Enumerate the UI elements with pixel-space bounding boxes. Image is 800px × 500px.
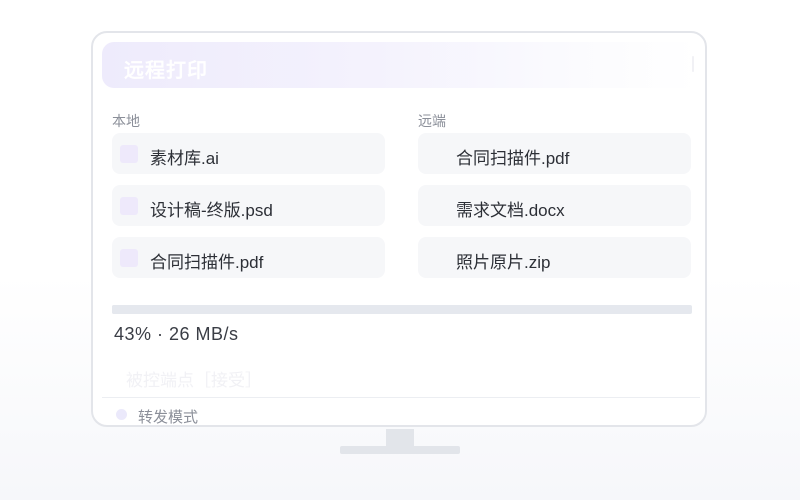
remote-file-row[interactable]: 照片原片.zip [418, 237, 691, 278]
remote-file-row[interactable]: 合同扫描件.pdf [418, 133, 691, 174]
file-name: 合同扫描件.pdf [456, 149, 570, 168]
remote-column-label: 远端 [418, 113, 446, 129]
transfer-progress-bar [112, 305, 692, 314]
local-column-label: 本地 [112, 113, 140, 129]
file-icon [426, 197, 444, 215]
file-name: 需求文档.docx [456, 201, 565, 220]
forward-mode-label[interactable]: 转发模式 [138, 406, 198, 425]
file-icon [120, 197, 138, 215]
file-icon [120, 249, 138, 267]
local-file-row[interactable]: 设计稿-终版.psd [112, 185, 385, 226]
monitor-frame: 远程打印 本地 远端 素材库.ai 设计稿-终版.psd 合同扫描件.pdf 合… [91, 31, 707, 427]
title-bar: 远程打印 [102, 42, 698, 88]
file-icon [426, 249, 444, 267]
transfer-progress-fill [112, 305, 362, 314]
file-icon [426, 145, 444, 163]
file-name: 设计稿-终版.psd [150, 201, 273, 220]
file-name: 素材库.ai [150, 149, 219, 168]
local-file-row[interactable]: 素材库.ai [112, 133, 385, 174]
transfer-status: 43% · 26 MB/s [114, 324, 239, 344]
title-bar-handle [692, 56, 694, 72]
controlled-endpoint-accept[interactable]: 被控端点［接受］ [126, 366, 262, 391]
window-title: 远程打印 [124, 60, 208, 82]
monitor-stand-neck [386, 429, 414, 447]
file-name: 照片原片.zip [456, 253, 551, 272]
file-icon [120, 145, 138, 163]
file-name: 合同扫描件.pdf [150, 253, 264, 272]
monitor-stand-base [340, 446, 460, 454]
mode-radio-dot[interactable] [116, 409, 127, 420]
local-file-row[interactable]: 合同扫描件.pdf [112, 237, 385, 278]
footer-divider [102, 397, 700, 398]
remote-file-row[interactable]: 需求文档.docx [418, 185, 691, 226]
